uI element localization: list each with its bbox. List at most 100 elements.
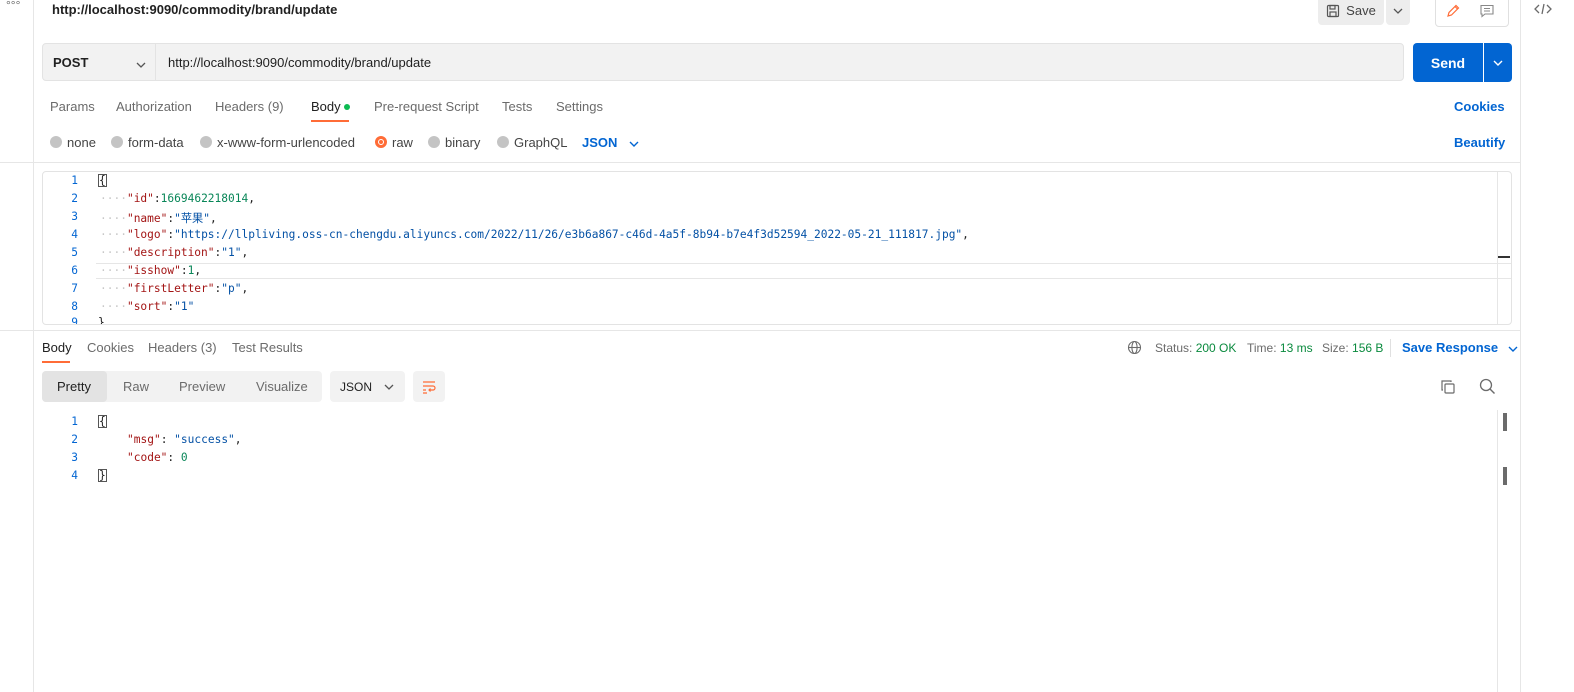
request-title: http://localhost:9090/commodity/brand/up… — [52, 2, 338, 17]
tab-authorization[interactable]: Authorization — [116, 99, 192, 114]
response-scrollbar[interactable] — [1497, 410, 1498, 692]
radio-form-data-label: form-data — [128, 135, 184, 150]
response-time: Time: 13 ms — [1247, 341, 1313, 355]
radio-urlencoded[interactable] — [200, 136, 212, 148]
status-label: Status: — [1155, 341, 1193, 355]
divider — [0, 162, 1520, 163]
radio-graphql[interactable] — [497, 136, 509, 148]
indent-guide: ···· — [100, 264, 127, 277]
response-format-select[interactable]: JSON — [330, 371, 405, 402]
indent-guide: ···· — [100, 192, 127, 205]
code-line: { — [98, 415, 107, 428]
size-value: 156 B — [1352, 341, 1384, 355]
active-tab-underline — [311, 120, 349, 122]
tab-body-label: Body — [311, 99, 341, 114]
globe-icon[interactable] — [1127, 340, 1142, 358]
response-tab-cookies[interactable]: Cookies — [87, 340, 134, 355]
radio-raw[interactable] — [375, 136, 387, 148]
body-indicator-dot — [343, 103, 350, 110]
view-preview[interactable]: Preview — [179, 379, 225, 394]
code-line: ····"sort":"1" — [100, 300, 194, 313]
save-response-label: Save Response — [1402, 340, 1499, 355]
radio-none-label: none — [67, 135, 96, 150]
ellipsis-icon[interactable]: °°° — [6, 0, 20, 12]
size-label: Size: — [1322, 341, 1349, 355]
line-number: 9 — [71, 316, 78, 324]
chevron-down-icon — [1493, 60, 1503, 66]
code-line: } — [98, 469, 107, 482]
response-tab-body[interactable]: Body — [42, 340, 72, 355]
line-number: 4 — [71, 228, 78, 241]
code-line: { — [98, 174, 107, 187]
code-text: "name":"苹果", — [126, 212, 217, 225]
code-line: ····"isshow":1, — [100, 264, 201, 277]
code-line: ····"logo":"https://llpliving.oss-cn-che… — [100, 228, 969, 241]
chevron-down-icon — [384, 384, 394, 390]
save-dropdown-button[interactable] — [1386, 0, 1410, 25]
code-line: ····"id":1669462218014, — [100, 192, 255, 205]
code-line: ····"description":"1", — [100, 246, 248, 259]
tab-tests[interactable]: Tests — [502, 99, 532, 114]
code-text: "firstLetter":"p", — [126, 282, 249, 295]
copy-icon[interactable] — [1440, 379, 1456, 398]
response-tab-headers[interactable]: Headers (3) — [148, 340, 217, 355]
tab-headers[interactable]: Headers (9) — [215, 99, 284, 114]
tab-params[interactable]: Params — [50, 99, 95, 114]
response-size: Size: 156 B — [1322, 341, 1383, 355]
time-value: 13 ms — [1279, 341, 1313, 355]
search-icon[interactable] — [1479, 378, 1496, 398]
right-sidebar — [1520, 0, 1574, 692]
radio-binary[interactable] — [428, 136, 440, 148]
pencil-icon — [1447, 4, 1460, 17]
request-body-editor[interactable] — [42, 171, 1512, 325]
line-number: 8 — [71, 300, 78, 313]
url-input[interactable]: http://localhost:9090/commodity/brand/up… — [168, 55, 431, 70]
line-number: 6 — [71, 264, 78, 277]
tab-body[interactable]: Body — [311, 99, 350, 114]
beautify-link[interactable]: Beautify — [1454, 135, 1505, 150]
save-label: Save — [1346, 3, 1376, 18]
tab-settings[interactable]: Settings — [556, 99, 603, 114]
indent-guide: ···· — [100, 246, 127, 259]
send-dropdown-button[interactable] — [1484, 43, 1512, 82]
left-sidebar-edge — [0, 0, 34, 692]
code-line: ····"firstLetter":"p", — [100, 282, 248, 295]
line-number: 1 — [71, 415, 78, 428]
editor-scrollbar[interactable] — [1497, 172, 1498, 324]
response-tab-test-results[interactable]: Test Results — [232, 340, 303, 355]
code-line: ····"name":"苹果", — [100, 210, 217, 226]
view-raw[interactable]: Raw — [123, 379, 149, 394]
radio-none[interactable] — [50, 136, 62, 148]
send-button[interactable]: Send — [1413, 43, 1483, 82]
radio-graphql-label: GraphQL — [514, 135, 568, 150]
divider — [1390, 339, 1391, 357]
cookies-link[interactable]: Cookies — [1454, 99, 1505, 114]
edit-button[interactable] — [1438, 0, 1468, 23]
view-pretty[interactable]: Pretty — [57, 379, 91, 394]
line-number: 2 — [71, 192, 78, 205]
current-line-highlight — [96, 263, 1511, 279]
line-number: 2 — [71, 433, 78, 446]
radio-form-data[interactable] — [111, 136, 123, 148]
save-icon — [1327, 4, 1340, 17]
line-number: 1 — [71, 174, 78, 187]
comment-icon — [1480, 4, 1494, 18]
chevron-down-icon — [1508, 346, 1518, 352]
response-status: Status: 200 OK — [1155, 341, 1236, 355]
line-number: 3 — [71, 451, 78, 464]
response-format-value: JSON — [340, 379, 373, 394]
scroll-marker — [1503, 413, 1507, 431]
time-label: Time: — [1247, 341, 1277, 355]
tab-pre-request-script[interactable]: Pre-request Script — [374, 99, 479, 114]
code-text: "description":"1", — [126, 246, 249, 259]
comments-button[interactable] — [1472, 0, 1502, 23]
save-button[interactable]: Save — [1318, 0, 1384, 25]
status-value: 200 OK — [1195, 341, 1237, 355]
indent-guide: ···· — [100, 282, 127, 295]
wrap-lines-button[interactable] — [413, 371, 445, 402]
save-response-button[interactable]: Save Response — [1402, 340, 1518, 355]
code-icon[interactable] — [1534, 2, 1552, 19]
body-format-select[interactable]: JSON — [582, 135, 639, 150]
view-visualize[interactable]: Visualize — [256, 379, 308, 394]
line-number: 7 — [71, 282, 78, 295]
